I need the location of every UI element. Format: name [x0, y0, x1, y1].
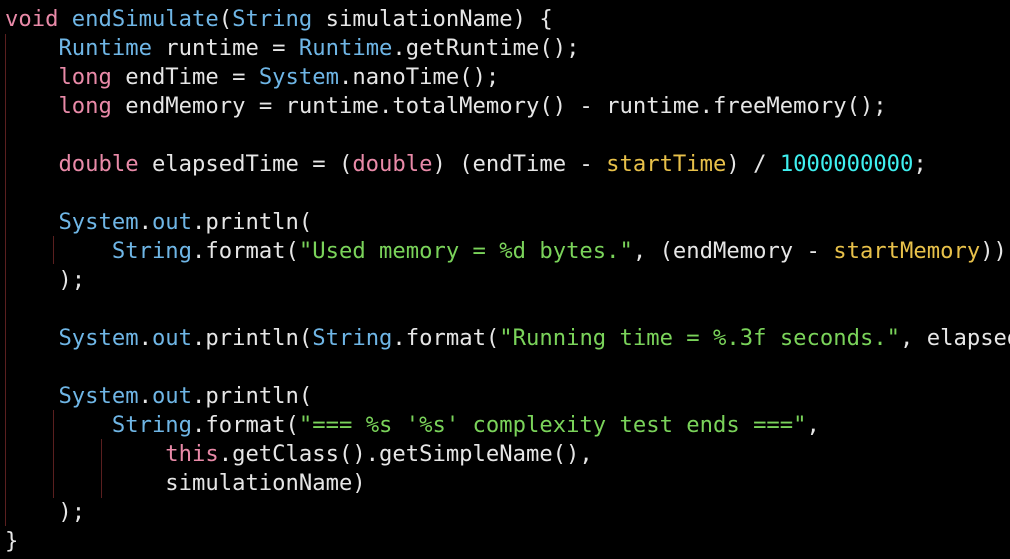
code-token: endSimulate — [71, 6, 219, 32]
code-line[interactable]: ); — [5, 498, 85, 527]
code-token: . — [138, 383, 152, 409]
code-token: .getRuntime(); — [392, 35, 580, 61]
code-token: .nanoTime(); — [338, 64, 500, 90]
code-token: long — [58, 93, 112, 119]
code-token: ( — [218, 6, 233, 32]
code-line[interactable]: long endMemory = runtime.totalMemory() -… — [5, 92, 887, 121]
code-token: .println( — [192, 325, 313, 351]
code-line[interactable]: ); — [5, 266, 85, 295]
code-token: , — [806, 412, 820, 438]
code-token: System — [58, 209, 139, 235]
code-token: simulationName) — [5, 470, 366, 496]
code-editor[interactable]: void endSimulate(String simulationName) … — [0, 0, 1010, 559]
code-line[interactable]: long endTime = System.nanoTime(); — [5, 63, 499, 92]
code-line[interactable]: System.out.println(String.format("Runnin… — [5, 324, 1010, 353]
code-token: startTime — [606, 151, 727, 177]
code-token: String — [232, 6, 313, 32]
code-token: ); — [5, 499, 86, 525]
code-token: .getClass().getSimpleName(), — [218, 441, 593, 467]
code-line[interactable]: simulationName) — [5, 469, 366, 498]
code-token: double — [58, 151, 139, 177]
code-token: )) — [980, 238, 1007, 264]
code-token: startMemory — [833, 238, 981, 264]
code-line[interactable]: double elapsedTime = (double) (endTime -… — [5, 150, 927, 179]
code-token: "Used memory = %d bytes." — [298, 238, 633, 264]
code-token: void — [5, 6, 59, 32]
code-token: runtime = — [151, 35, 299, 61]
code-token: } — [5, 528, 19, 554]
code-line[interactable]: Runtime runtime = Runtime.getRuntime(); — [5, 34, 579, 63]
code-token: , (endMemory - — [632, 238, 834, 264]
code-token: this — [165, 441, 219, 467]
code-token: double — [352, 151, 433, 177]
code-token: long — [58, 64, 112, 90]
code-token: , elapsedTime)); — [900, 325, 1010, 351]
code-token: Runtime — [298, 35, 393, 61]
code-token: .format( — [192, 238, 299, 264]
code-token: endTime = — [111, 64, 259, 90]
code-token: out — [151, 325, 193, 351]
code-line[interactable]: String.format("Used memory = %d bytes.",… — [5, 237, 1007, 266]
code-token: 1000000000 — [779, 151, 914, 177]
code-token: String — [111, 238, 193, 264]
code-token: System — [58, 325, 139, 351]
code-token: . — [138, 325, 152, 351]
code-token: out — [151, 209, 193, 235]
code-line[interactable]: } — [5, 527, 18, 556]
code-token: "Running time = %.3f seconds." — [499, 325, 901, 351]
code-token: .format( — [192, 412, 299, 438]
code-token: endMemory = runtime.totalMemory() - runt… — [111, 93, 887, 119]
code-token: "=== %s '%s' complexity test ends ===" — [298, 412, 807, 438]
code-token: .format( — [392, 325, 500, 351]
code-token: System — [58, 383, 139, 409]
code-token: elapsedTime = ( — [138, 151, 353, 177]
code-line[interactable]: String.format("=== %s '%s' complexity te… — [5, 411, 820, 440]
code-token: Runtime — [58, 35, 152, 61]
code-token: .println( — [192, 209, 313, 235]
code-token: . — [138, 209, 152, 235]
code-line[interactable]: this.getClass().getSimpleName(), — [5, 440, 593, 469]
code-line[interactable]: void endSimulate(String simulationName) … — [5, 5, 553, 34]
code-line[interactable]: System.out.println( — [5, 382, 312, 411]
code-token: .println( — [192, 383, 313, 409]
code-token: simulationName) { — [312, 6, 553, 32]
code-token: ) / — [726, 151, 780, 177]
code-token: ); — [5, 267, 86, 293]
code-token: System — [258, 64, 339, 90]
code-token: ) (endTime - — [432, 151, 607, 177]
code-token: ; — [913, 151, 927, 177]
code-token: String — [312, 325, 393, 351]
code-token: String — [111, 412, 193, 438]
code-token: out — [151, 383, 193, 409]
code-line[interactable]: System.out.println( — [5, 208, 312, 237]
